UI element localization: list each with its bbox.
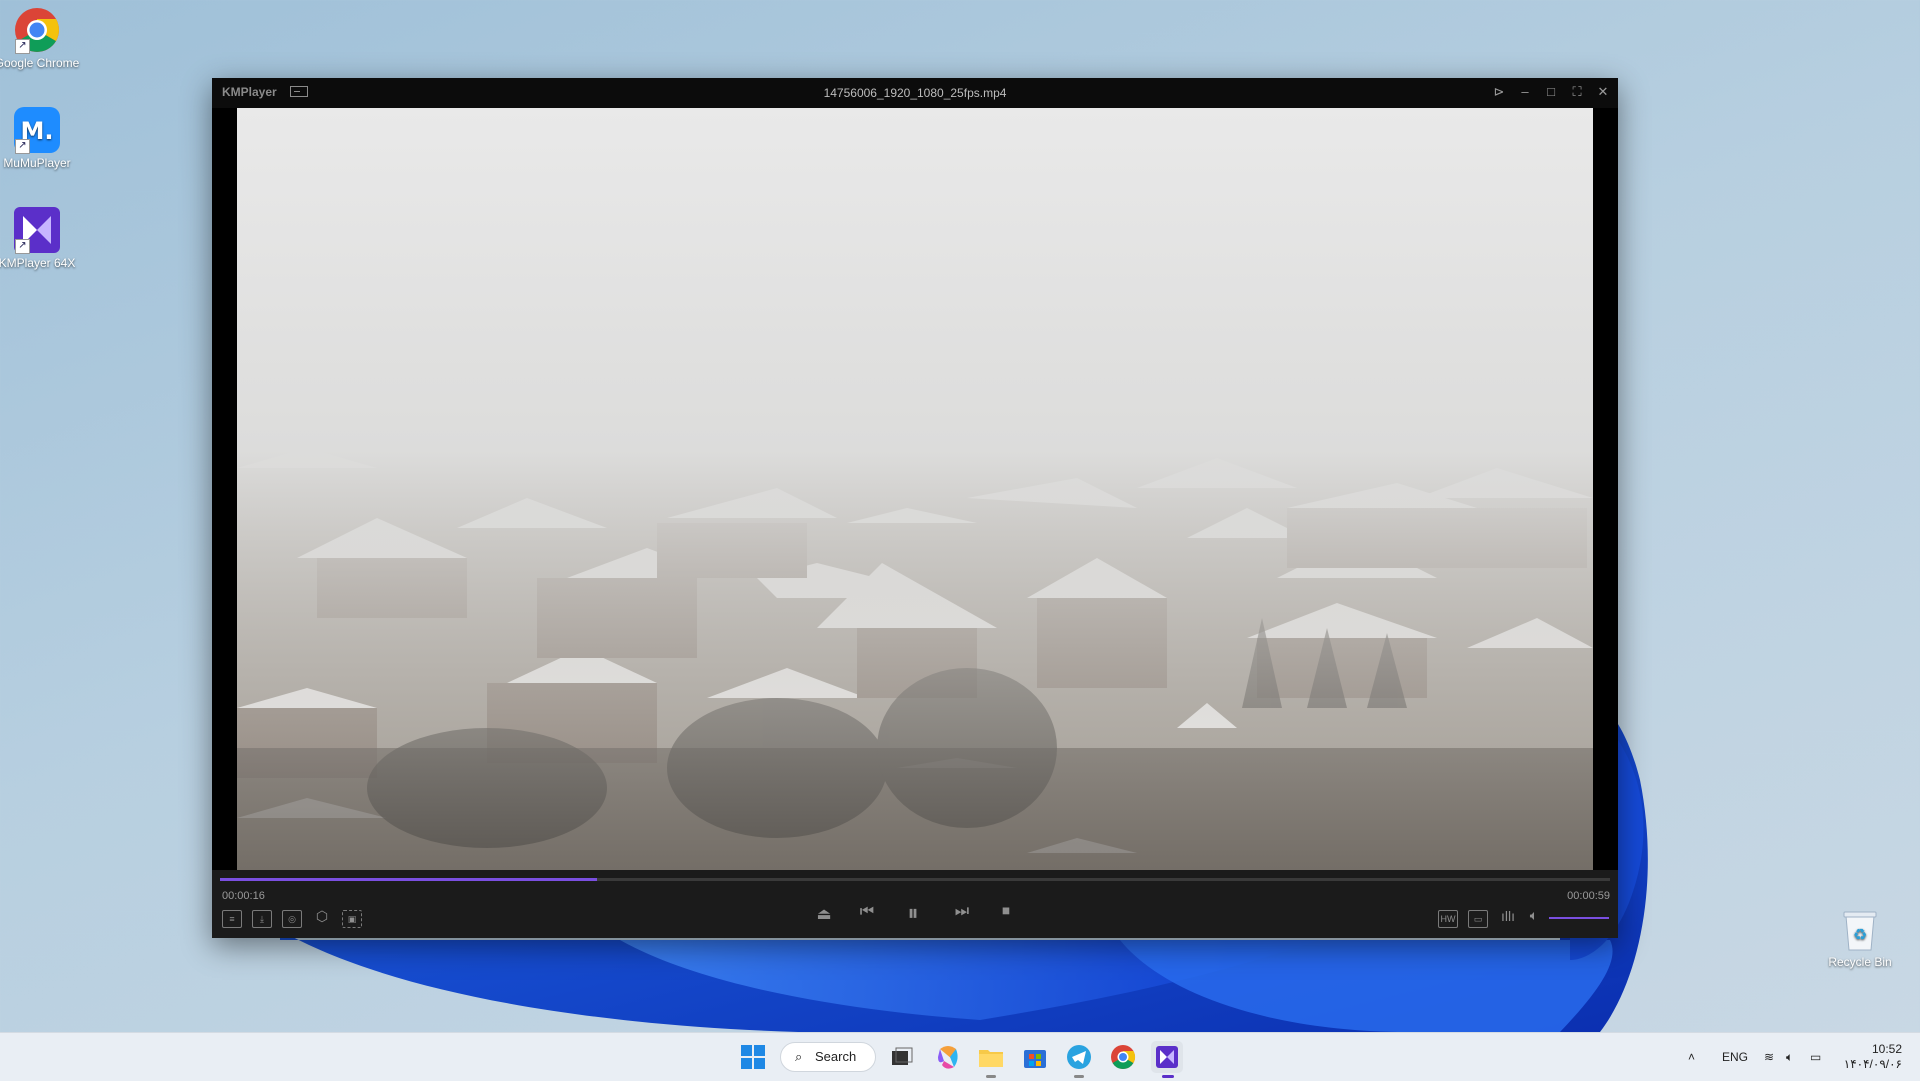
volume-tray-icon[interactable]: 🔈︎ — [1786, 1033, 1793, 1081]
running-indicator — [1074, 1075, 1084, 1078]
clock-date: ۱۴۰۴/۰۹/۰۶ — [1843, 1057, 1902, 1071]
desktop-icon-label: MuMuPlayer — [3, 156, 71, 170]
kmplayer-icon[interactable] — [1151, 1041, 1183, 1073]
fullscreen-icon[interactable]: ⛶ — [1568, 83, 1586, 101]
search-label: Search — [815, 1049, 857, 1064]
store-icon[interactable] — [1019, 1041, 1051, 1073]
kmplayer-window[interactable]: KMPlayer 14756006_1920_1080_25fps.mp4 ⊳ … — [212, 78, 1618, 938]
previous-icon[interactable]: ⏮ — [857, 903, 877, 921]
desktop-icon-chrome[interactable]: ↗ Google Chrome — [0, 6, 80, 70]
window-controls: ⊳ – □ ⛶ ✕ — [1490, 83, 1612, 101]
copilot-icon[interactable] — [932, 1041, 964, 1073]
hw-badge[interactable]: HW — [1438, 910, 1458, 928]
volume-icon[interactable]: 🔈︎ — [1524, 907, 1544, 924]
file-name: 14756006_1920_1080_25fps.mp4 — [823, 86, 1007, 100]
shortcut-arrow-icon: ↗ — [15, 139, 30, 154]
next-icon[interactable]: ⏭ — [952, 903, 972, 921]
close-icon[interactable]: ✕ — [1594, 83, 1612, 101]
current-time: 00:00:16 — [222, 890, 265, 902]
title-bar[interactable]: KMPlayer 14756006_1920_1080_25fps.mp4 ⊳ … — [212, 78, 1618, 108]
equalizer-icon[interactable]: ıllı — [1498, 908, 1518, 924]
taskbar: ⌕ Search ˄ ENG ≋ 🔈︎ ▭ 10:52 ۱۴۰۴/۰۹/۰۶ — [0, 1032, 1920, 1081]
subtitle-icon[interactable]: ▭ — [1468, 910, 1488, 928]
language-indicator[interactable]: ENG — [1722, 1033, 1748, 1081]
stop-icon[interactable]: ⏹ — [996, 903, 1016, 921]
battery-icon[interactable]: ▭ — [1810, 1033, 1821, 1081]
eject-icon[interactable]: ⏏ — [814, 904, 834, 924]
tray-clock[interactable]: 10:52 ۱۴۰۴/۰۹/۰۶ — [1844, 1042, 1902, 1072]
chrome-icon[interactable] — [1107, 1041, 1139, 1073]
desktop-icon-label: Google Chrome — [0, 56, 80, 70]
vr-icon[interactable]: ◎ — [282, 910, 302, 928]
video-frame[interactable] — [237, 108, 1593, 870]
desktop-icon-kmplayer[interactable]: ↗ KMPlayer 64X — [0, 206, 80, 270]
telegram-icon[interactable] — [1063, 1041, 1095, 1073]
volume-slider[interactable] — [1549, 917, 1609, 919]
chevron-up-icon[interactable]: ˄ — [1688, 1033, 1695, 1081]
snowy-city-scene — [237, 108, 1593, 870]
download-icon[interactable]: ⤓ — [252, 910, 272, 928]
total-time: 00:00:59 — [1567, 890, 1610, 902]
capture-icon[interactable]: ▣ — [342, 910, 362, 928]
playlist-icon[interactable]: ≡ — [222, 910, 242, 928]
file-explorer-icon[interactable] — [975, 1041, 1007, 1073]
minimize-icon[interactable]: – — [1516, 83, 1534, 101]
running-indicator — [986, 1075, 996, 1078]
pause-icon[interactable]: ⏸ — [900, 900, 926, 926]
chrome-icon: ↗ — [13, 6, 61, 54]
pin-icon[interactable]: ⊳ — [1490, 83, 1508, 101]
desktop-icon-label: KMPlayer 64X — [0, 256, 76, 270]
running-indicator — [1162, 1075, 1174, 1078]
wifi-icon[interactable]: ≋ — [1764, 1033, 1774, 1081]
seek-progress — [220, 878, 597, 881]
desktop-icon-recycle-bin[interactable]: ♻ Recycle Bin — [1820, 908, 1900, 969]
recycle-bin-label: Recycle Bin — [1828, 955, 1892, 969]
shortcut-arrow-icon: ↗ — [15, 39, 30, 54]
search-icon: ⌕ — [795, 1049, 803, 1064]
3d-cube-icon[interactable]: ⬡ — [312, 908, 332, 925]
maximize-icon[interactable]: □ — [1542, 83, 1560, 101]
task-view-icon[interactable] — [885, 1041, 917, 1073]
svg-text:♻: ♻ — [1853, 925, 1867, 944]
clock-time: 10:52 — [1871, 1042, 1902, 1056]
start-icon[interactable] — [737, 1041, 769, 1073]
control-bar: 00:00:16 00:00:59 ≡ ⤓ ◎ ⬡ ▣ ⏏ ⏮ ⏸ ⏭ ⏹ HW… — [212, 870, 1618, 938]
kmplayer-icon: ↗ — [13, 206, 61, 254]
desktop-icon-mumuplayer[interactable]: M. ↗ MuMuPlayer — [0, 106, 80, 170]
shortcut-arrow-icon: ↗ — [15, 239, 30, 254]
taskbar-search[interactable]: ⌕ Search — [780, 1042, 876, 1072]
recycle-bin-icon: ♻ — [1843, 911, 1877, 951]
seek-bar[interactable] — [220, 878, 1610, 881]
mumuplayer-icon: M. ↗ — [13, 106, 61, 154]
